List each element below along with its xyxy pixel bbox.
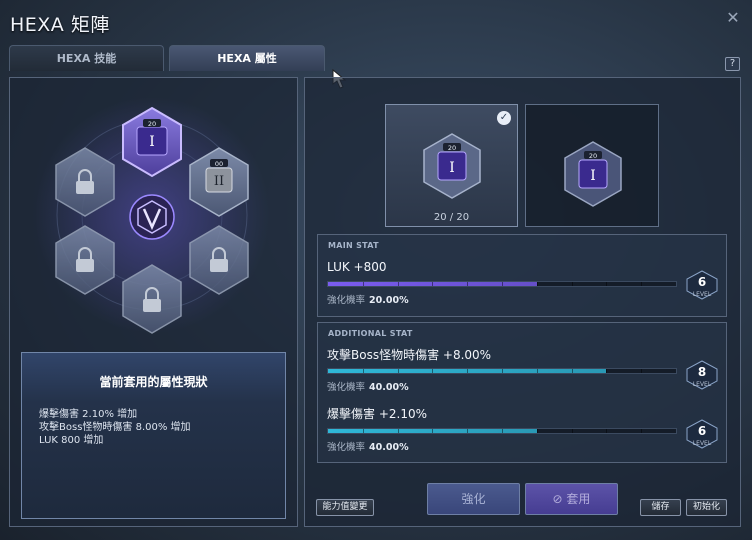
top-slot-level: 20: [148, 120, 156, 128]
current-status-title: 當前套用的屬性現狀: [99, 375, 208, 389]
bar-segment-divider: [467, 282, 469, 286]
rate-label: 強化機率: [327, 442, 366, 453]
rate-label: 強化機率: [327, 295, 366, 306]
bar-segment-divider: [571, 429, 573, 433]
save-button[interactable]: 儲存: [640, 499, 681, 516]
bar-segment-divider: [536, 282, 538, 286]
core-card-hex-icon: I 20: [423, 133, 481, 199]
additional-stat-level-badge: 8 LEVEL: [685, 360, 719, 390]
check-circle-icon: ⊘: [552, 492, 567, 506]
main-stat-name: LUK +800: [327, 260, 387, 274]
bar-segment-divider: [606, 369, 608, 373]
rate-value: 20.00%: [369, 295, 409, 306]
bar-segment-divider: [502, 429, 503, 433]
hexa-core-emblem-icon: [129, 194, 175, 240]
check-icon: ✓: [497, 111, 511, 125]
current-status-box: 當前套用的屬性現狀 爆擊傷害 2.10% 增加 攻擊Boss怪物時傷害 8.00…: [21, 352, 286, 519]
help-icon[interactable]: ?: [725, 57, 740, 71]
bar-segment-divider: [432, 369, 434, 373]
hexa-matrix-window: HEXA 矩陣 ✕ HEXA 技能 HEXA 屬性 ? I 20 II 00 當…: [0, 0, 752, 540]
card-roman: I: [449, 160, 455, 176]
right-slot-level: 00: [215, 160, 223, 168]
tab-hexa-stat[interactable]: HEXA 屬性: [169, 45, 325, 71]
additional-stat-name: 攻擊Boss怪物時傷害 +8.00%: [327, 348, 492, 362]
additional-stat-rate: 強化機率 40.00%: [327, 439, 409, 453]
reset-button[interactable]: 初始化: [686, 499, 727, 516]
rate-value: 40.00%: [369, 382, 409, 393]
additional-stat-name: 爆擊傷害 +2.10%: [327, 407, 427, 421]
main-stat-rate: 強化機率 20.00%: [327, 292, 409, 306]
tab-hexa-skill[interactable]: HEXA 技能: [9, 45, 164, 71]
bar-segment-divider: [397, 429, 399, 433]
bar-segment-divider: [397, 282, 399, 286]
bar-segment-divider: [467, 369, 469, 373]
card-level: 20: [448, 144, 456, 152]
bar-segment-divider: [571, 282, 573, 286]
top-slot-roman: I: [149, 134, 155, 150]
bar-segment-divider: [606, 282, 608, 286]
additional-stat-rate: 強化機率 40.00%: [327, 379, 409, 393]
additional-stat-bar: [327, 368, 677, 374]
main-stat-caption: MAIN STAT: [328, 241, 379, 250]
change-stat-button[interactable]: 能力值變更: [316, 499, 374, 516]
bar-segment-divider: [606, 429, 608, 433]
bar-segment-divider: [432, 429, 434, 433]
window-title: HEXA 矩陣: [10, 14, 110, 36]
bar-segment-divider: [641, 282, 643, 286]
right-slot-roman: II: [214, 174, 224, 189]
additional-stat-caption: ADDITIONAL STAT: [328, 329, 413, 338]
rate-label: 強化機率: [327, 382, 366, 393]
level-number: 6: [697, 275, 707, 289]
close-icon[interactable]: ✕: [724, 9, 742, 27]
bar-segment-divider: [467, 429, 469, 433]
bar-segment-divider: [432, 282, 434, 286]
bar-segment-divider: [502, 369, 503, 373]
bar-segment-divider: [397, 369, 399, 373]
level-caption: LEVEL: [692, 291, 712, 298]
bar-segment-divider: [362, 369, 364, 373]
level-caption: LEVEL: [692, 381, 712, 388]
rate-value: 40.00%: [369, 442, 409, 453]
card-roman: I: [590, 168, 596, 184]
bar-segment-divider: [536, 429, 538, 433]
bar-segment-divider: [571, 369, 573, 373]
level-caption: LEVEL: [692, 440, 712, 447]
main-stat-level-badge: 6 LEVEL: [685, 270, 719, 300]
apply-button[interactable]: ⊘ 套用: [525, 483, 618, 515]
bar-segment-divider: [536, 369, 538, 373]
bar-segment-divider: [362, 429, 364, 433]
card-level: 20: [589, 152, 597, 160]
apply-label: 套用: [566, 492, 591, 506]
main-stat-bar: [327, 281, 677, 287]
core-progress: 20 / 20: [433, 212, 470, 223]
bar-segment-divider: [641, 429, 643, 433]
bar-segment-divider: [502, 282, 503, 286]
level-number: 8: [697, 365, 707, 379]
status-line: LUK 800 增加: [39, 435, 104, 446]
core-card-hex-icon: I 20: [564, 141, 622, 207]
bar-segment-divider: [362, 282, 364, 286]
additional-stat-bar: [327, 428, 677, 434]
hex-slot-grid: I 20 II 00: [34, 97, 270, 334]
level-number: 6: [697, 424, 707, 438]
enhance-button[interactable]: 強化: [427, 483, 520, 515]
bar-segment-divider: [641, 369, 643, 373]
additional-stat-level-badge: 6 LEVEL: [685, 419, 719, 449]
